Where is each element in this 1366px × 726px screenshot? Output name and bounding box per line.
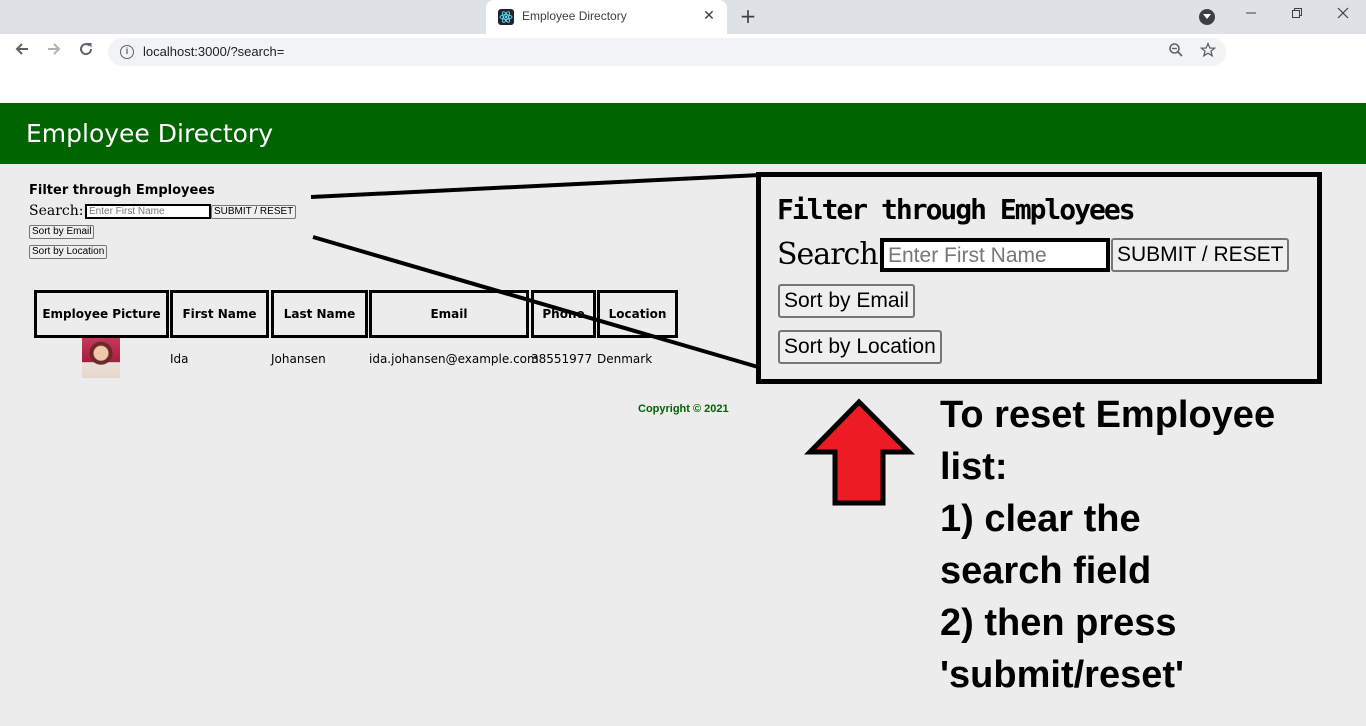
callout-line-bottom xyxy=(312,235,759,369)
zoom-search-input: Enter First Name xyxy=(880,238,1110,272)
zoom-search-label: Search: xyxy=(777,237,888,272)
zoom-callout-box: Filter through Employees Search: Enter F… xyxy=(756,172,1322,384)
instruction-line: To reset Employee xyxy=(940,394,1276,436)
zoom-sort-by-location-button: Sort by Location xyxy=(778,330,942,364)
up-arrow-icon xyxy=(804,398,916,506)
zoom-sort-by-email-button: Sort by Email xyxy=(778,284,915,318)
callout-line-top xyxy=(310,173,761,199)
instruction-line: search field xyxy=(940,550,1152,592)
reset-instructions: To reset Employee list: 1) clear the sea… xyxy=(940,389,1360,701)
zoom-filter-title: Filter through Employees xyxy=(777,193,1136,226)
zoom-submit-reset-button: SUBMIT / RESET xyxy=(1111,238,1290,272)
instruction-line: 1) clear the xyxy=(940,498,1141,540)
instruction-line: list: xyxy=(940,446,1008,488)
instruction-line: 'submit/reset' xyxy=(940,654,1185,696)
instruction-line: 2) then press xyxy=(940,602,1177,644)
